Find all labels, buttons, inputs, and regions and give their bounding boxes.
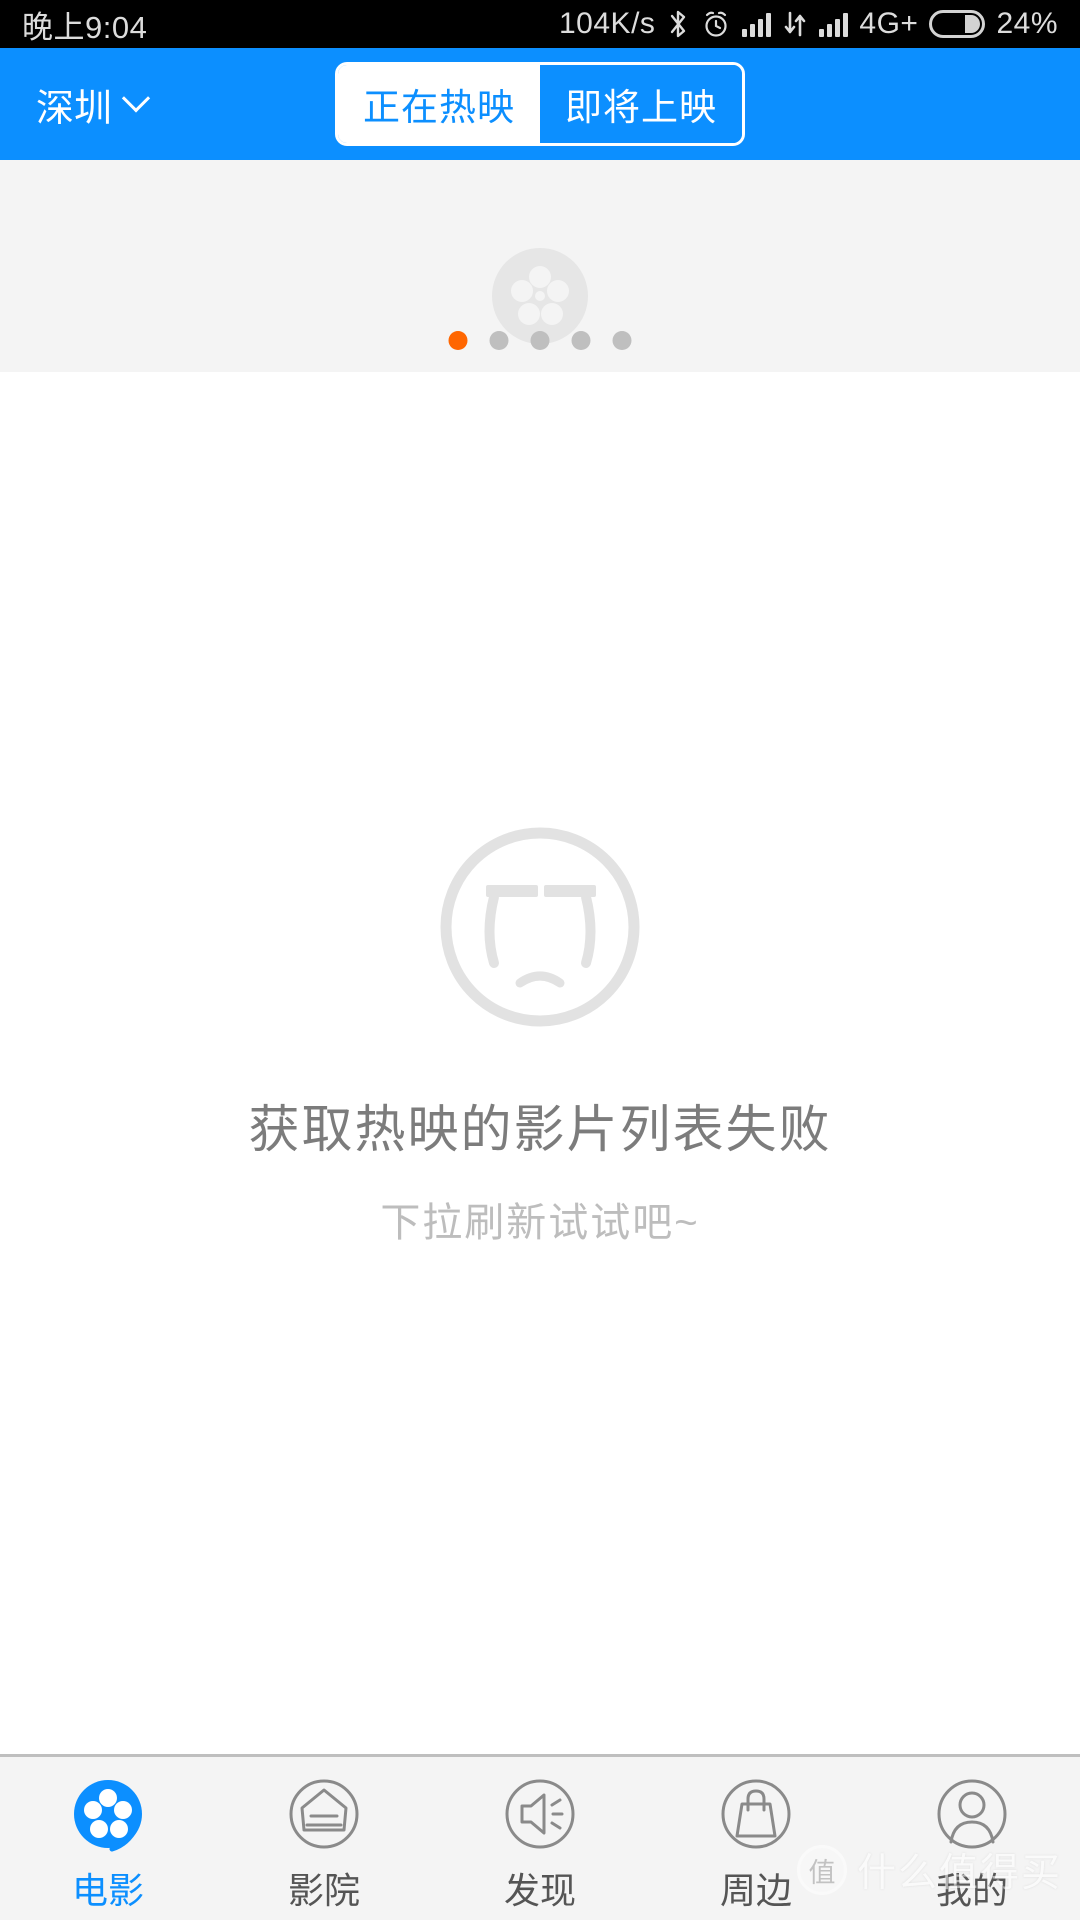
nav-item-discover-label: 发现 bbox=[503, 1869, 576, 1911]
carousel-dot[interactable] bbox=[530, 331, 550, 350]
tab-coming-soon-label: 即将上映 bbox=[565, 87, 717, 128]
empty-state-title: 获取热映的影片列表失败 bbox=[248, 1100, 832, 1158]
alarm-clock-icon bbox=[701, 9, 731, 39]
tab-coming-soon[interactable]: 即将上映 bbox=[540, 65, 742, 143]
nav-item-cinemas-label: 影院 bbox=[287, 1869, 360, 1911]
network-type-label: 4G+ bbox=[859, 7, 919, 40]
bottom-navigation-bar: 电影 影院 发现 周边 我的 bbox=[0, 1754, 1080, 1920]
megaphone-icon bbox=[498, 1772, 582, 1856]
film-reel-icon bbox=[66, 1772, 150, 1856]
shopping-bag-icon bbox=[714, 1772, 798, 1856]
nav-item-mine-label: 我的 bbox=[935, 1869, 1008, 1911]
sad-face-icon bbox=[436, 823, 644, 1036]
cinema-seats-icon bbox=[282, 1772, 366, 1856]
network-speed-label: 104K/s bbox=[559, 7, 656, 40]
nav-item-mine[interactable]: 我的 bbox=[864, 1764, 1080, 1914]
nav-item-discover[interactable]: 发现 bbox=[432, 1764, 648, 1914]
user-profile-icon bbox=[930, 1772, 1014, 1856]
data-up-down-icon bbox=[782, 10, 808, 38]
movie-list-content: 获取热映的影片列表失败 下拉刷新试试吧~ bbox=[0, 372, 1080, 1754]
city-label: 深圳 bbox=[36, 87, 113, 130]
status-indicators: 104K/s 4G+ 24% bbox=[559, 7, 1058, 41]
city-selector[interactable]: 深圳 bbox=[0, 77, 151, 132]
signal-bars-icon-2 bbox=[819, 11, 849, 37]
battery-icon bbox=[929, 10, 986, 38]
tab-now-showing-label: 正在热映 bbox=[363, 87, 515, 128]
battery-percent-label: 24% bbox=[996, 7, 1058, 40]
chevron-down-icon bbox=[121, 84, 151, 113]
signal-bars-icon bbox=[742, 11, 772, 37]
empty-state: 获取热映的影片列表失败 下拉刷新试试吧~ bbox=[248, 823, 831, 1248]
carousel-dot[interactable] bbox=[612, 331, 632, 350]
carousel-dot[interactable] bbox=[448, 331, 468, 350]
bluetooth-icon bbox=[666, 9, 690, 39]
tab-switcher: 正在热映 即将上映 bbox=[335, 62, 745, 146]
status-clock: 晚上9:04 bbox=[22, 9, 148, 45]
nav-item-around-label: 周边 bbox=[719, 1869, 792, 1911]
banner-carousel[interactable] bbox=[0, 160, 1080, 372]
nav-item-around[interactable]: 周边 bbox=[648, 1764, 864, 1914]
nav-item-movies-label: 电影 bbox=[71, 1869, 144, 1911]
empty-state-subtitle: 下拉刷新试试吧~ bbox=[380, 1200, 700, 1245]
carousel-dot[interactable] bbox=[571, 331, 591, 350]
app-header: 深圳 正在热映 即将上映 bbox=[0, 48, 1080, 160]
nav-item-movies[interactable]: 电影 bbox=[0, 1764, 216, 1914]
status-bar: 晚上9:04 104K/s 4G+ 24% bbox=[0, 0, 1080, 48]
carousel-dot[interactable] bbox=[489, 331, 509, 350]
nav-item-cinemas[interactable]: 影院 bbox=[216, 1764, 432, 1914]
tab-now-showing[interactable]: 正在热映 bbox=[338, 65, 540, 143]
carousel-dots[interactable] bbox=[448, 331, 632, 350]
